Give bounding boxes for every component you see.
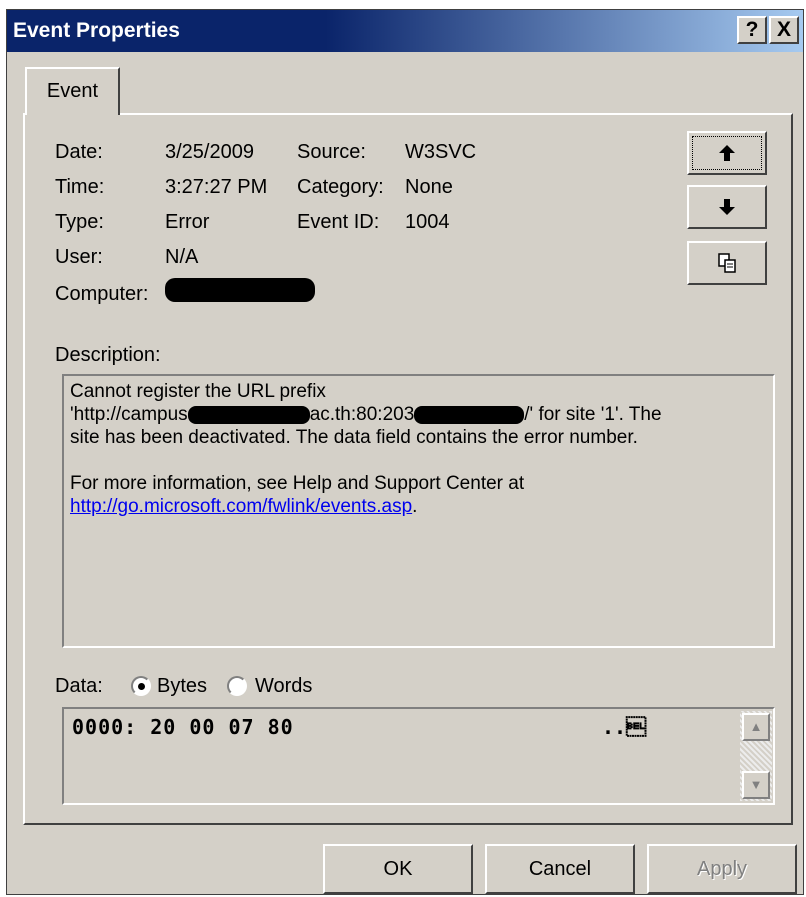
- redaction-mark: [414, 405, 525, 424]
- computer-value-redacted: [redacted]: [165, 278, 315, 302]
- description-line-2: 'http://campus ac.th:80:203 /' for site '1…: [70, 403, 767, 426]
- event-id-label: Event ID:: [297, 211, 380, 233]
- description-box[interactable]: Cannot register the URL prefix 'http://c…: [62, 374, 775, 648]
- tab-event[interactable]: Event: [25, 67, 120, 115]
- copy-button[interactable]: [687, 241, 767, 285]
- redaction-mark: [187, 405, 310, 424]
- words-label[interactable]: Words: [255, 675, 312, 698]
- event-properties-dialog: Event Properties ? X Event Date: 3/25/20…: [6, 9, 804, 895]
- description-label: Description:: [55, 344, 161, 366]
- user-value: N/A: [165, 246, 199, 268]
- description-text-part: 'http://campus: [70, 404, 188, 425]
- radio-selected-dot: [138, 683, 145, 690]
- description-link-line: http://go.microsoft.com/fwlink/events.as…: [70, 495, 767, 518]
- next-event-button[interactable]: [687, 185, 767, 229]
- category-label: Category:: [297, 176, 384, 198]
- scroll-down-icon[interactable]: ▼: [742, 771, 770, 799]
- close-button[interactable]: X: [769, 16, 799, 44]
- ok-button[interactable]: OK: [323, 844, 473, 894]
- bytes-label[interactable]: Bytes: [157, 675, 207, 698]
- bytes-radio[interactable]: [131, 676, 151, 696]
- date-label: Date:: [55, 141, 103, 163]
- computer-label: Computer:: [55, 283, 149, 305]
- title-bar: Event Properties ? X: [7, 10, 803, 52]
- data-box[interactable]: 0000: 20 00 07 80 .. ▲ ▼: [62, 707, 775, 805]
- copy-icon: [718, 253, 736, 273]
- apply-button[interactable]: Apply: [647, 844, 797, 894]
- user-label: User:: [55, 246, 103, 268]
- scroll-up-icon[interactable]: ▲: [742, 713, 770, 741]
- data-scrollbar[interactable]: ▲ ▼: [740, 711, 772, 801]
- description-text-part: .: [412, 496, 418, 517]
- description-text-part: /' for site '1'. The: [524, 404, 662, 425]
- category-value: None: [405, 176, 453, 198]
- help-button[interactable]: ?: [737, 16, 767, 44]
- description-line-4: For more information, see Help and Suppo…: [70, 473, 525, 494]
- source-value: W3SVC: [405, 141, 477, 163]
- arrow-down-icon: [719, 199, 735, 215]
- type-value: Error: [165, 211, 210, 233]
- type-label: Type:: [55, 211, 104, 233]
- description-line-3: site has been deactivated. The data fiel…: [70, 427, 638, 448]
- data-ascii-line: ..: [602, 715, 647, 739]
- time-label: Time:: [55, 176, 105, 198]
- date-value: 3/25/2009: [165, 141, 254, 163]
- description-line-1: Cannot register the URL prefix: [70, 381, 326, 402]
- help-link[interactable]: http://go.microsoft.com/fwlink/events.as…: [70, 496, 412, 517]
- cancel-button[interactable]: Cancel: [485, 844, 635, 894]
- event-id-value: 1004: [405, 211, 450, 233]
- description-blank-line: [70, 449, 767, 472]
- data-hex-line: 0000: 20 00 07 80: [72, 715, 294, 739]
- time-value: 3:27:27 PM: [165, 176, 268, 198]
- data-label: Data:: [55, 675, 103, 697]
- window-title: Event Properties: [13, 19, 180, 42]
- description-text-part: ac.th:80:203: [309, 404, 415, 425]
- source-label: Source:: [297, 141, 366, 163]
- arrow-up-icon: [719, 145, 735, 161]
- previous-event-button[interactable]: [687, 131, 767, 175]
- words-radio[interactable]: [227, 676, 247, 696]
